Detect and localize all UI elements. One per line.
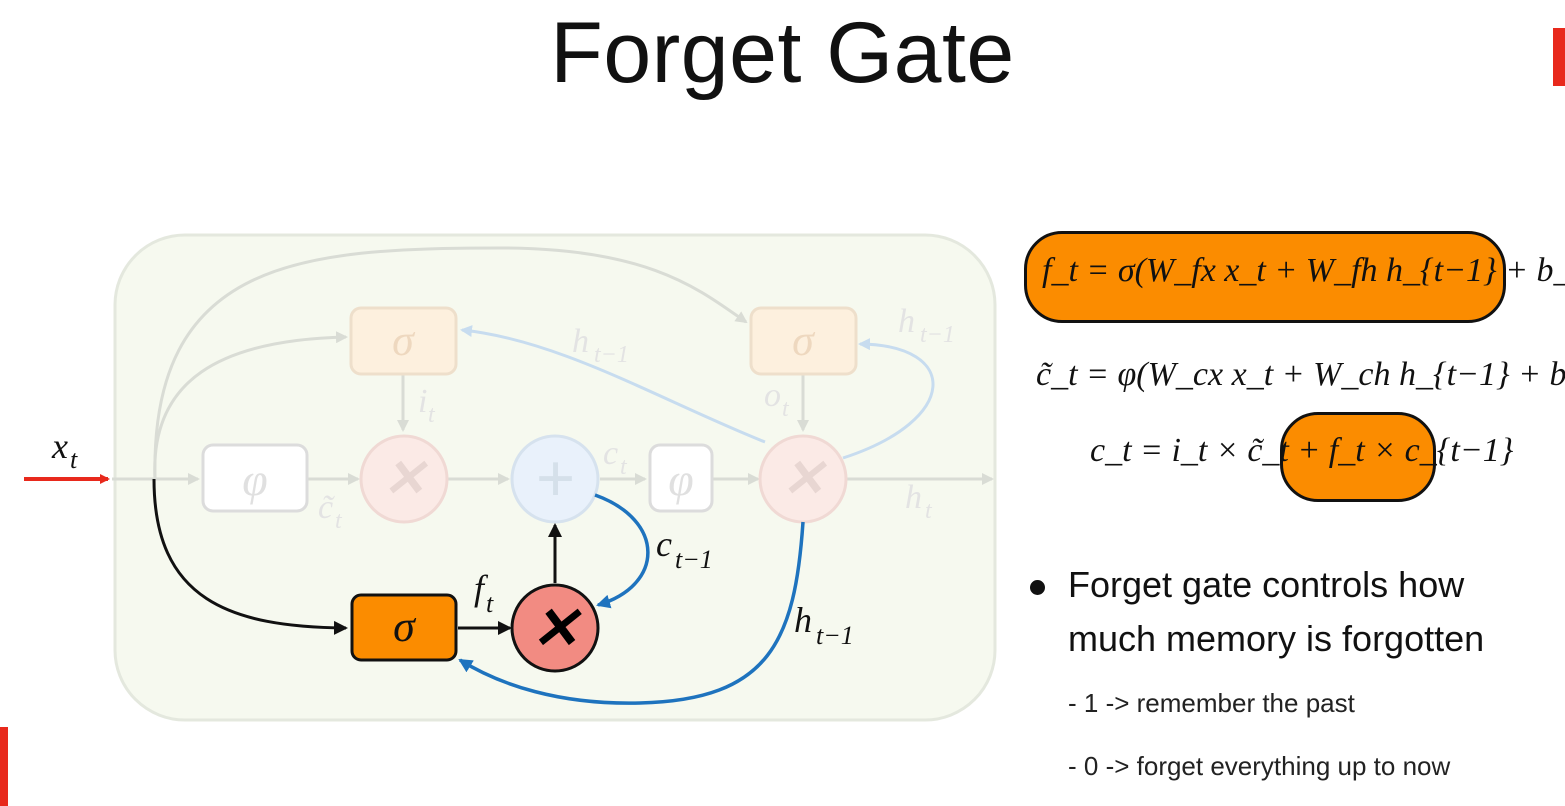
bullet-sub-remember: - 1 -> remember the past xyxy=(1068,688,1355,718)
svg-text:σ: σ xyxy=(393,602,417,651)
svg-text:x: x xyxy=(51,426,68,466)
svg-text:σ: σ xyxy=(392,316,416,365)
svg-text:i: i xyxy=(418,383,427,420)
svg-text:t−1: t−1 xyxy=(920,322,955,348)
bullet-main: Forget gate controls how much memory is … xyxy=(1030,558,1550,666)
lstm-forget-gate-diagram: σ σ φ φ ✕ ✕ + h t−1 h t−1 i t o t c t c̃… xyxy=(24,233,997,722)
svg-text:t: t xyxy=(70,445,78,474)
svg-text:h: h xyxy=(898,303,915,340)
svg-text:t−1: t−1 xyxy=(816,621,854,650)
svg-text:c̃: c̃ xyxy=(318,489,335,526)
svg-text:✕: ✕ xyxy=(531,596,583,661)
svg-text:σ: σ xyxy=(792,316,816,365)
svg-text:t−1: t−1 xyxy=(675,545,713,574)
svg-text:t−1: t−1 xyxy=(594,342,629,368)
svg-text:✕: ✕ xyxy=(781,451,827,508)
svg-text:φ: φ xyxy=(242,454,267,505)
bullet-dot-icon xyxy=(1030,580,1045,595)
svg-text:h: h xyxy=(572,323,589,360)
forget-gate-equation: f_t = σ(W_fx x_t + W_fh h_{t−1} + b_f) xyxy=(1042,252,1565,289)
svg-text:h: h xyxy=(794,600,812,640)
cell-state-equation: c_t = i_t × c̃_t + f_t × c_{t−1} xyxy=(1090,432,1514,469)
svg-text:t: t xyxy=(486,589,494,618)
svg-text:φ: φ xyxy=(668,454,693,505)
svg-text:c: c xyxy=(603,435,618,472)
svg-text:✕: ✕ xyxy=(382,451,428,508)
svg-text:+: + xyxy=(535,441,575,518)
svg-text:o: o xyxy=(764,377,781,414)
candidate-equation: c̃_t = φ(W_cx x_t + W_ch h_{t−1} + b_c) xyxy=(1036,356,1565,393)
svg-text:c: c xyxy=(656,524,672,564)
svg-text:h: h xyxy=(905,479,922,516)
bullet-sub-forget: - 0 -> forget everything up to now xyxy=(1068,751,1451,781)
bullet-list: Forget gate controls how much memory is … xyxy=(1030,558,1550,666)
bullet-main-text: Forget gate controls how much memory is … xyxy=(1068,564,1485,659)
